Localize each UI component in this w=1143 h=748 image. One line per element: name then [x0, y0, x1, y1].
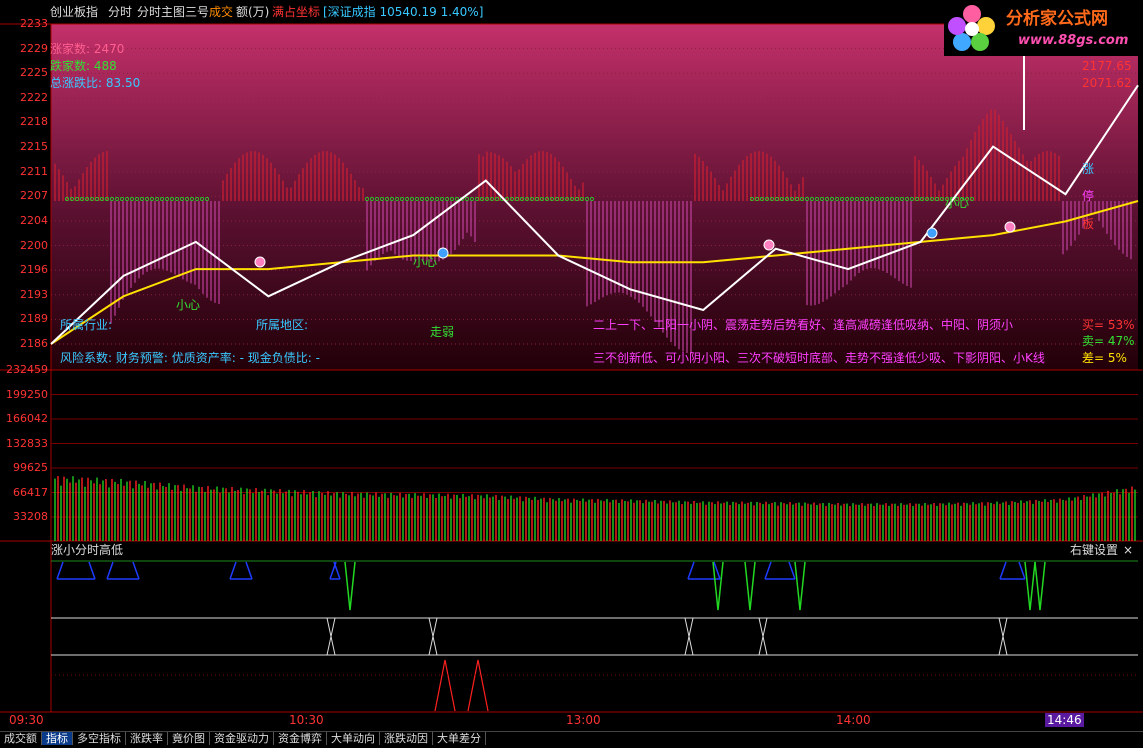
green-spike [344, 561, 356, 611]
time-tick-label: 14:00 [836, 713, 871, 727]
volume-tick-label: 33208 [13, 510, 48, 523]
red-spike [434, 659, 456, 712]
limit-label-2: 停 [1082, 189, 1095, 203]
risk-info: 风险系数: 财务预警: 优质资产率: - 现金负债比: - [60, 351, 320, 365]
blue-step [106, 561, 140, 580]
gem-marker-icon [254, 256, 266, 268]
price-tick-label: 2229 [20, 41, 48, 55]
blue-step [229, 561, 253, 580]
green-spike [1034, 561, 1046, 611]
price-tick-label: 2200 [20, 238, 48, 252]
band-cross [684, 617, 694, 656]
blue-step [56, 561, 96, 580]
volume-tick-label: 99625 [13, 461, 48, 474]
tab-0[interactable]: 成交额 [0, 732, 42, 745]
right-value-1: 2177.65 [1082, 59, 1132, 73]
blue-step [999, 561, 1026, 580]
site-logo: 分析家公式网 www.88gs.com [944, 0, 1143, 56]
annotation-weak: 走弱 [430, 325, 455, 339]
tab-1[interactable]: 指标 [42, 732, 73, 745]
price-tick-label: 2215 [20, 140, 48, 154]
price-tick-label: 2193 [20, 287, 48, 301]
blue-step [764, 561, 796, 580]
band-cross [998, 617, 1008, 656]
limit-label-3: 板 [1082, 217, 1095, 231]
industry-label: 所属行业: [60, 318, 113, 332]
tab-9[interactable]: 大单差分 [433, 732, 486, 745]
chart-stage: 创业板指 分时 分时主图三号 成交 额(万) 满占坐标 [深证成指 10540.… [0, 0, 1143, 745]
price-tick-label: 2218 [20, 115, 48, 129]
volume-tick-label: 199250 [6, 387, 48, 401]
price-tick-label: 2207 [20, 189, 48, 203]
band-cross [758, 617, 768, 656]
time-tick-label: 13:00 [566, 713, 601, 727]
mode-label[interactable]: 分时 [108, 5, 132, 19]
logo-url: www.88gs.com [1018, 33, 1129, 48]
green-spike [794, 561, 806, 611]
time-tick-label: 10:30 [289, 713, 324, 727]
gem-marker-icon [926, 227, 938, 239]
advance-decline-ratio: 总涨跌比: 83.50 [50, 76, 141, 90]
tab-4[interactable]: 竟价图 [168, 732, 210, 745]
logo-title: 分析家公式网 [1006, 9, 1108, 29]
price-tick-label: 2196 [20, 263, 48, 277]
tab-3[interactable]: 涨跌率 [126, 732, 168, 745]
coord-label[interactable]: 满占坐标 [272, 5, 320, 19]
price-tick-label: 2211 [20, 164, 48, 178]
tab-6[interactable]: 资金博弈 [274, 732, 327, 745]
green-spike [712, 561, 724, 611]
advancers-count: 涨家数: 2470 [50, 42, 125, 56]
sell-percent: 卖= 47% [1082, 334, 1135, 348]
subpanel-settings[interactable]: 右键设置 [1070, 543, 1118, 557]
time-tick-label: 09:30 [9, 713, 44, 727]
cursor-time-label: 14:46 [1045, 713, 1084, 727]
limit-label-1: 涨 [1082, 162, 1095, 176]
tab-7[interactable]: 大单动向 [327, 732, 380, 745]
diff-percent: 差= 5% [1082, 351, 1127, 365]
right-value-2: 2071.62 [1082, 76, 1132, 90]
volume-tick-label: 166042 [6, 412, 48, 425]
price-tick-label: 2225 [20, 66, 48, 80]
annotation-caution-3: 小心 [945, 196, 970, 210]
price-tick-label: 2189 [20, 312, 48, 326]
price-tick-label: 2204 [20, 213, 48, 227]
advice-line-1: 二上一下、二阳一小阴、震荡走势后势看好、逢高减磅逢低吸纳、中阳、阴须小 [593, 318, 1014, 332]
price-tick-label: 2186 [20, 337, 48, 350]
template-label[interactable]: 分时主图三号 [137, 5, 209, 19]
band-cross [326, 617, 336, 656]
volume-tick-label: 232459 [6, 363, 48, 376]
volume-tick-label: 132833 [6, 436, 48, 450]
volume-unit: 额(万) [236, 5, 270, 19]
subpanel-title: 涨小分时高低 [51, 543, 124, 557]
tab-5[interactable]: 资金驱动力 [210, 732, 274, 745]
chart-canvas[interactable] [0, 0, 1143, 744]
close-icon[interactable]: × [1123, 543, 1133, 557]
gem-marker-icon [1004, 221, 1016, 233]
green-spike [1024, 561, 1036, 611]
advice-line-2: 三不创新低、可小阴小阳、三次不破短时底部、走势不强逢低少吸、下影阴阳、小K线 [593, 351, 1045, 365]
region-label: 所属地区: [256, 318, 309, 332]
tab-8[interactable]: 涨跌动因 [380, 732, 433, 745]
price-tick-label: 2233 [20, 17, 48, 30]
green-spike [744, 561, 756, 611]
blue-step [329, 561, 341, 580]
indicator-tab-bar: 成交额 指标 多空指标 涨跌率 竟价图 资金驱动力 资金博弈 大单动向 涨跌动因 大单差分 [0, 731, 1143, 745]
gem-marker-icon [763, 239, 775, 251]
annotation-caution-2: 小心 [413, 255, 438, 269]
red-spike [467, 659, 489, 712]
decliners-count: 跌家数: 488 [50, 59, 117, 73]
volume-label: 成交 [209, 5, 234, 19]
gem-marker-icon [437, 247, 449, 259]
volume-tick-label: 66417 [13, 485, 48, 499]
price-tick-label: 2222 [20, 90, 48, 104]
reference-index: [深证成指 10540.19 1.40%] [323, 5, 484, 19]
index-name: 创业板指 [50, 5, 99, 19]
band-cross [428, 617, 438, 656]
flower-icon [948, 5, 995, 51]
annotation-caution-1: 小心 [176, 298, 201, 312]
buy-percent: 买= 53% [1082, 318, 1135, 332]
tab-2[interactable]: 多空指标 [73, 732, 126, 745]
